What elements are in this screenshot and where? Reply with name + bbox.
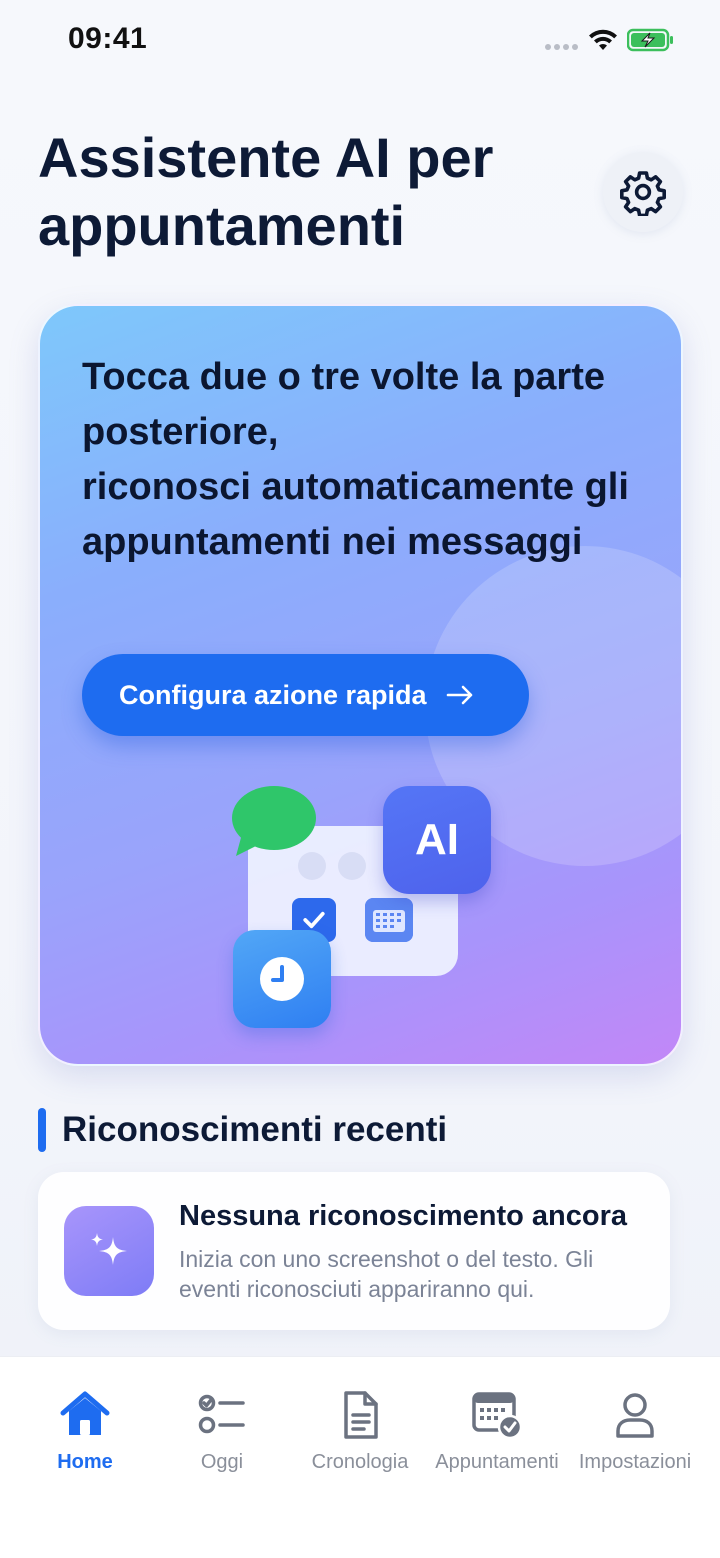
section-accent-bar [38,1108,46,1152]
tab-label: Appuntamenti [435,1451,559,1473]
ai-badge: AI [383,786,491,894]
illustration-dot [338,852,366,880]
hero-card: Tocca due o tre volte la parte posterior… [38,304,683,1066]
tab-cronologia[interactable]: Cronologia [288,1357,432,1487]
section-header: Riconoscimenti recenti [38,1106,447,1154]
tab-bar: Home Oggi Cronologia Appuntamenti Impost… [0,1356,720,1558]
checklist-icon [198,1394,245,1434]
empty-state-card: Nessuna riconoscimento ancora Inizia con… [38,1172,670,1330]
calendar-grid-icon [365,898,413,942]
tab-label: Oggi [200,1451,244,1473]
chat-bubble-icon [232,786,316,856]
tab-home[interactable]: Home [13,1357,157,1487]
document-icon [344,1391,378,1439]
tab-label: Impostazioni [578,1451,692,1473]
battery-charging-icon [627,28,673,52]
person-icon [616,1393,654,1438]
tab-appuntamenti[interactable]: Appuntamenti [425,1357,569,1487]
empty-state-description: Inizia con uno screenshot o del testo. G… [179,1246,594,1302]
settings-button[interactable] [603,152,683,232]
empty-state-title: Nessuna riconoscimento ancora [179,1200,628,1232]
gear-icon [620,171,666,216]
calendar-check-icon [472,1392,523,1440]
tab-oggi[interactable]: Oggi [150,1357,294,1487]
home-icon [60,1391,110,1435]
illustration: AI [40,306,681,1064]
clock-tile [233,930,331,1028]
cellular-signal-icon [545,44,579,50]
tab-label: Cronologia [311,1451,409,1473]
section-title: Riconoscimenti recenti [62,1110,448,1149]
sparkle-icon [64,1206,154,1296]
status-time: 09:41 [68,22,148,55]
status-bar: 09:41 [0,0,720,84]
tab-label: Home [57,1451,113,1473]
tab-impostazioni[interactable]: Impostazioni [563,1357,707,1487]
page-title: Assistente AI per appuntamenti [38,126,494,257]
clock-icon [260,957,304,1001]
wifi-icon [589,29,617,50]
